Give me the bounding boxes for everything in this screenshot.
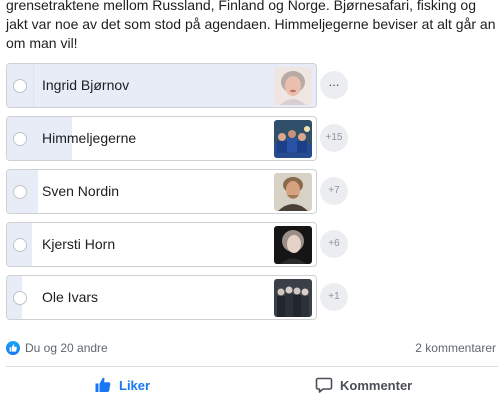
woman-portrait-icon: [274, 226, 312, 264]
post-text: grensetraktene mellom Russland, Finland …: [6, 0, 496, 51]
radio-button[interactable]: [13, 132, 27, 146]
poll-option[interactable]: Kjersti Horn: [6, 222, 317, 267]
poll-option-label: Ingrid Bjørnov: [42, 77, 130, 93]
poll-option-row: Ole Ivars +1: [6, 275, 348, 328]
poll: Ingrid Bjørnov ... Himmeljegerne +15 Sve…: [6, 63, 348, 328]
poll-option-row: Ingrid Bjørnov ...: [6, 63, 348, 116]
sven-nordin-thumbnail: [274, 173, 312, 211]
divider: [6, 366, 498, 367]
ingrid-bjornov-thumbnail: [274, 67, 312, 105]
thumb-up-icon: [95, 377, 111, 392]
poll-option[interactable]: Ingrid Bjørnov: [6, 63, 317, 108]
group-photo-icon: [274, 120, 312, 158]
himmeljegerne-thumbnail: [274, 120, 312, 158]
poll-option[interactable]: Ole Ivars: [6, 275, 317, 320]
like-button-label: Liker: [119, 377, 151, 393]
comment-button[interactable]: Kommenter: [315, 370, 412, 400]
ole-ivars-thumbnail: [274, 279, 312, 317]
poll-option-label: Himmeljegerne: [42, 130, 137, 146]
poll-option-label: Kjersti Horn: [42, 236, 116, 252]
poll-option[interactable]: Himmeljegerne: [6, 116, 317, 161]
kjersti-horn-thumbnail: [274, 226, 312, 264]
voters-count-badge[interactable]: +7: [320, 177, 348, 205]
voters-count-badge[interactable]: +15: [320, 124, 348, 152]
radio-button[interactable]: [13, 238, 27, 252]
thumb-up-icon: [6, 341, 20, 355]
poll-option-label: Sven Nordin: [42, 183, 120, 199]
poll-option-row: Sven Nordin +7: [6, 169, 348, 222]
reactors-link[interactable]: Du og 20 andre: [25, 341, 108, 355]
poll-option[interactable]: Sven Nordin: [6, 169, 317, 214]
comment-button-label: Kommenter: [340, 377, 413, 393]
reaction-summary: Du og 20 andre 2 kommentarer: [6, 339, 498, 357]
more-options-button[interactable]: ...: [320, 71, 348, 99]
voters-count-badge[interactable]: +6: [320, 230, 348, 258]
radio-button[interactable]: [13, 291, 27, 305]
man-portrait-icon: [274, 173, 312, 211]
voters-count-badge[interactable]: +1: [320, 283, 348, 311]
poll-option-row: Kjersti Horn +6: [6, 222, 348, 275]
band-photo-icon: [274, 279, 312, 317]
poll-option-row: Himmeljegerne +15: [6, 116, 348, 169]
like-button[interactable]: Liker: [94, 370, 150, 400]
action-bar: Liker Kommenter: [6, 370, 498, 400]
woman-portrait-icon: [274, 67, 312, 105]
comment-icon: [315, 377, 333, 393]
radio-button[interactable]: [13, 79, 27, 93]
poll-option-label: Ole Ivars: [42, 289, 99, 305]
comments-count-link[interactable]: 2 kommentarer: [415, 341, 496, 355]
radio-button[interactable]: [13, 185, 27, 199]
divider: [33, 64, 34, 107]
